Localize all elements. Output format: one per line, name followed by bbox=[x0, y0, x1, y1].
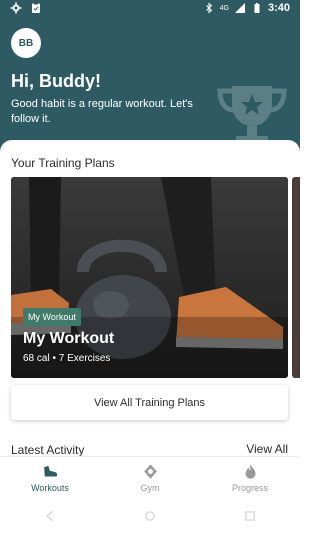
nav-item-workouts[interactable]: Workouts bbox=[10, 457, 90, 498]
plan-tag: My Workout bbox=[23, 308, 81, 326]
avatar[interactable]: BB bbox=[11, 28, 41, 58]
header: 4G 3:40 BB Hi, Buddy! Good habit is a re… bbox=[0, 0, 300, 160]
nav-label-progress: Progress bbox=[231, 483, 268, 493]
status-time: 3:40 bbox=[267, 2, 290, 14]
bottom-navigation: Workouts Gym Progress bbox=[0, 456, 300, 498]
nav-label-workouts: Workouts bbox=[31, 483, 69, 493]
latest-activity-title: Latest Activity bbox=[11, 443, 85, 457]
nav-label-gym: Gym bbox=[140, 483, 160, 493]
plan-name: My Workout bbox=[23, 330, 115, 347]
signal-icon bbox=[234, 3, 245, 13]
subtitle: Good habit is a regular workout. Let's f… bbox=[11, 98, 193, 125]
status-bar: 4G 3:40 bbox=[0, 0, 300, 18]
network-label: 4G bbox=[219, 4, 229, 12]
system-navigation bbox=[0, 498, 300, 533]
screen: 4G 3:40 BB Hi, Buddy! Good habit is a re… bbox=[0, 0, 300, 533]
next-plan-card-peek[interactable] bbox=[292, 177, 300, 378]
gym-icon bbox=[143, 464, 157, 479]
greeting: Hi, Buddy! bbox=[11, 71, 101, 91]
training-plans-title: Your Training Plans bbox=[11, 156, 115, 170]
training-plan-card[interactable]: My Workout My Workout 68 cal • 7 Exercis… bbox=[11, 177, 288, 378]
gear-icon bbox=[10, 2, 22, 14]
view-all-training-plans-button[interactable]: View All Training Plans bbox=[11, 385, 288, 420]
shoe-icon bbox=[43, 465, 57, 477]
nav-item-progress[interactable]: Progress bbox=[210, 457, 290, 498]
view-all-activity-link[interactable]: View All bbox=[246, 442, 288, 456]
battery-icon bbox=[254, 3, 260, 13]
plan-meta: 68 cal • 7 Exercises bbox=[23, 353, 111, 364]
bluetooth-icon bbox=[205, 2, 212, 14]
back-icon[interactable] bbox=[43, 509, 57, 523]
clipboard-icon bbox=[32, 2, 40, 13]
recents-icon[interactable] bbox=[243, 509, 257, 523]
home-icon[interactable] bbox=[143, 509, 157, 523]
flame-icon bbox=[245, 464, 255, 479]
nav-item-gym[interactable]: Gym bbox=[110, 457, 190, 498]
